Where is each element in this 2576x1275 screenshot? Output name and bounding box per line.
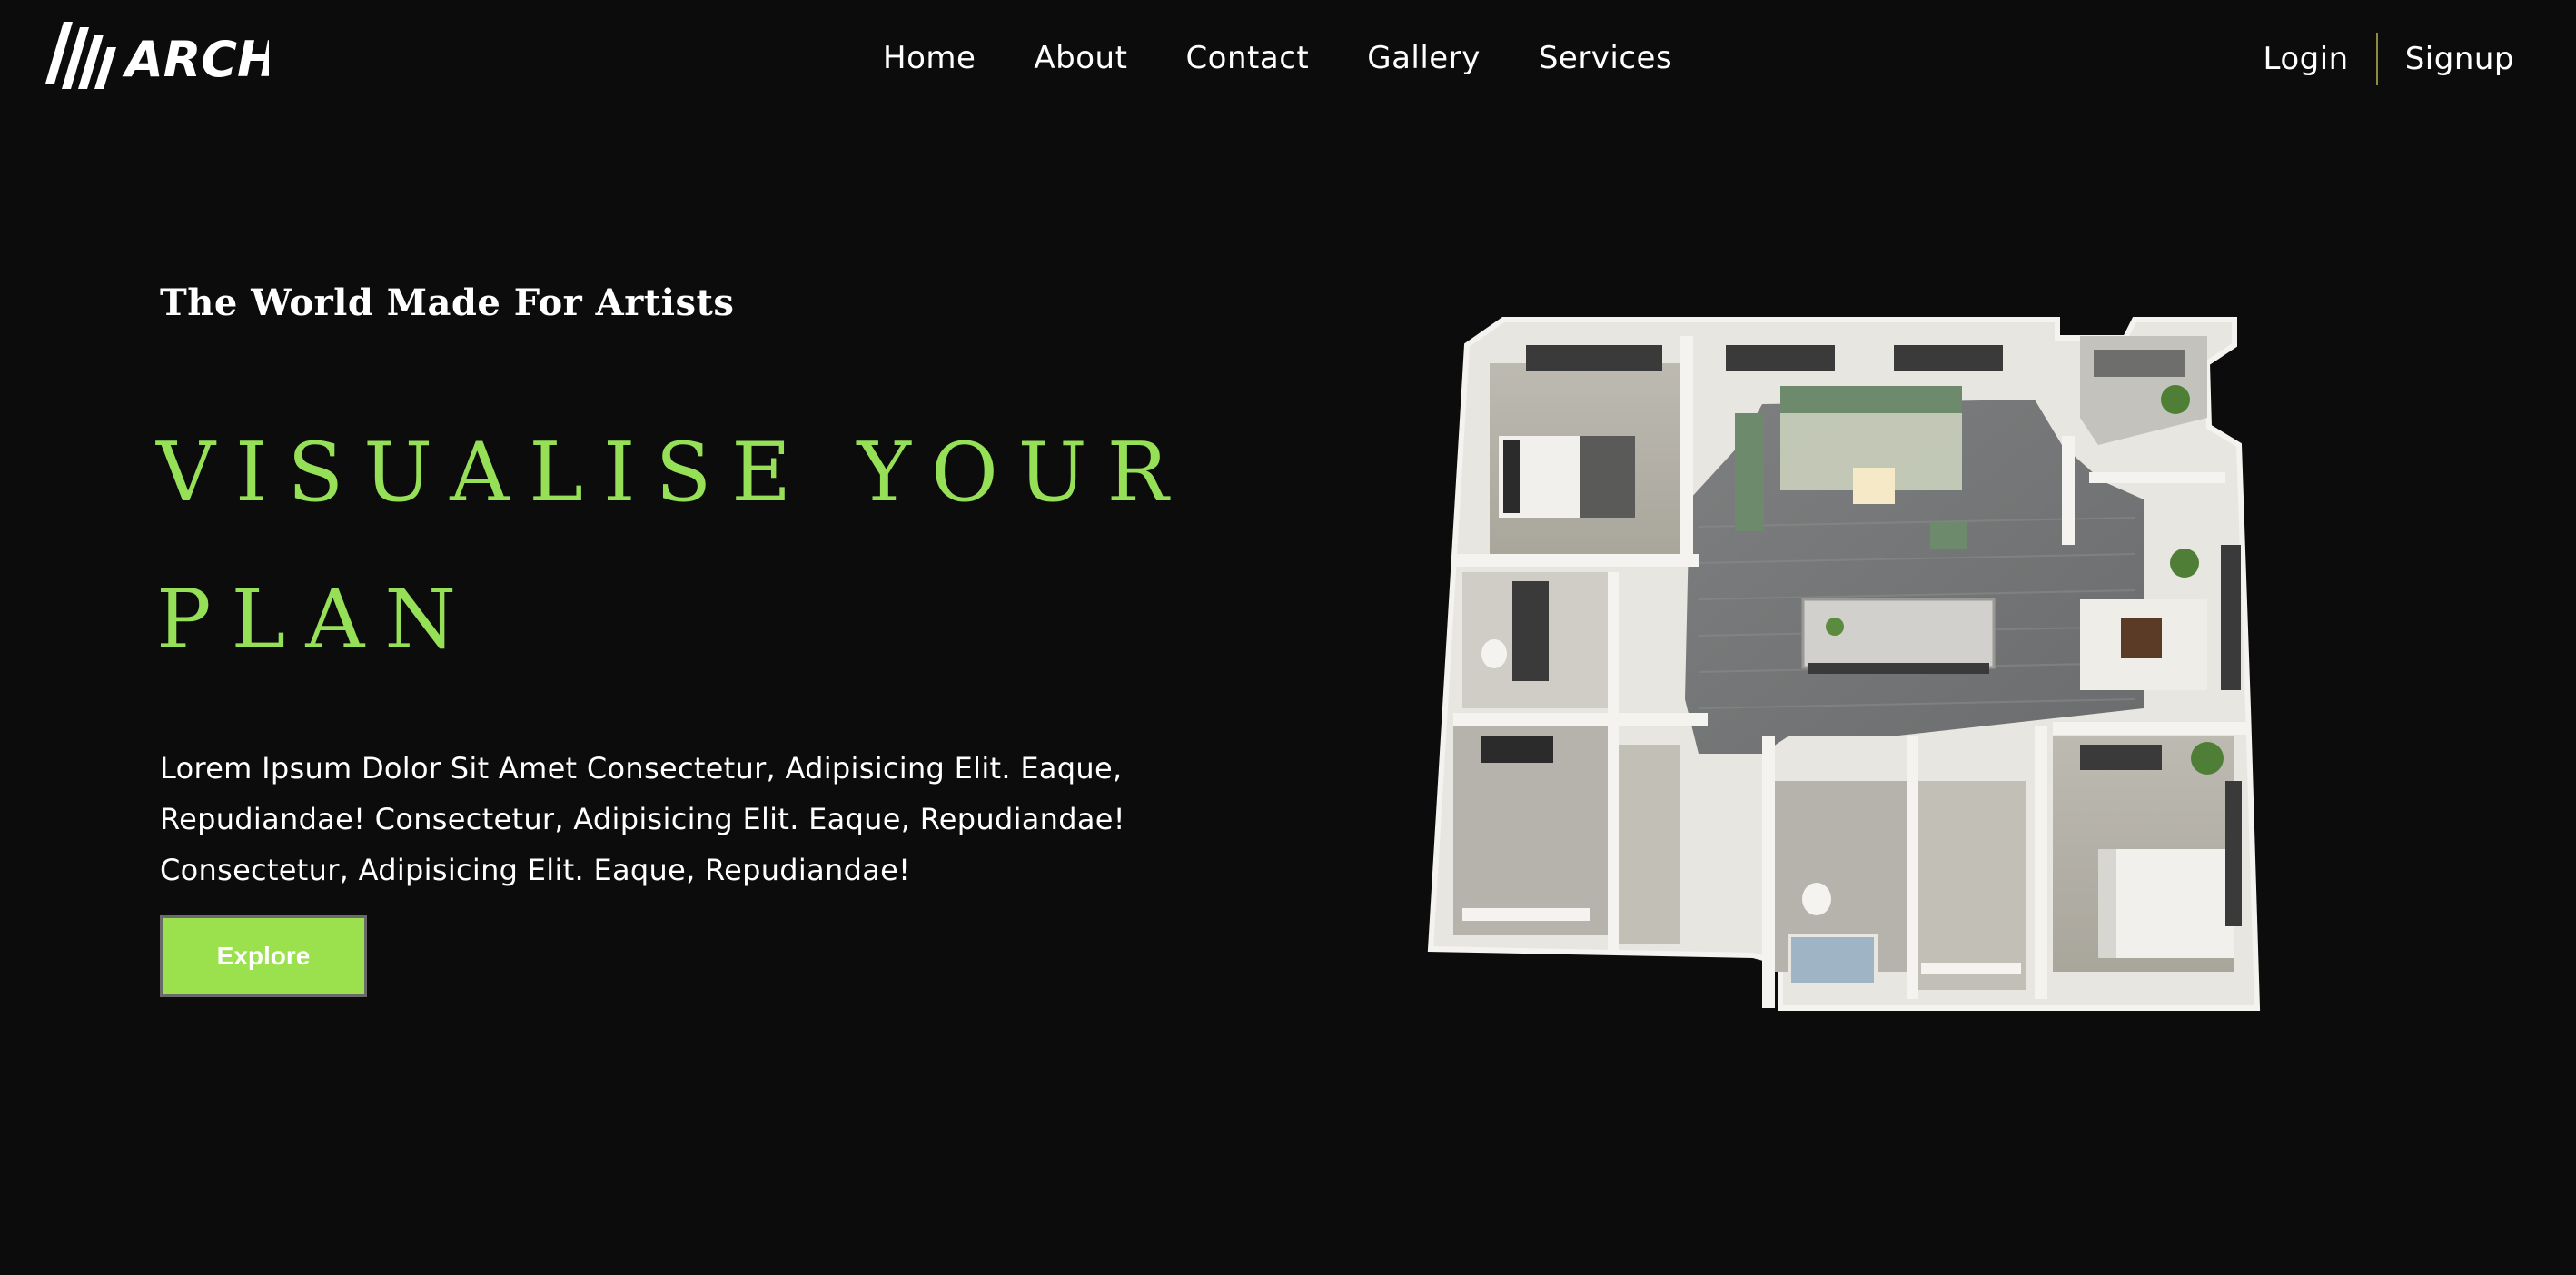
landing-page: ARCH Home About Contact Gallery Services… bbox=[0, 0, 2576, 1275]
nav-home[interactable]: Home bbox=[883, 33, 976, 84]
hero-headline: VISUALISE YOUR PLAN bbox=[156, 400, 1201, 694]
login-link[interactable]: Login bbox=[2263, 34, 2348, 84]
logo-text: ARCH bbox=[122, 31, 269, 88]
main-nav: Home About Contact Gallery Services bbox=[883, 33, 1672, 84]
headline-line-2: PLAN bbox=[156, 572, 477, 667]
auth-links: Login Signup bbox=[2263, 33, 2514, 85]
headline-line-1: VISUALISE YOUR bbox=[156, 425, 1189, 520]
nav-about[interactable]: About bbox=[1034, 33, 1127, 84]
brand-logo[interactable]: ARCH bbox=[42, 20, 269, 93]
signup-link[interactable]: Signup bbox=[2405, 34, 2514, 84]
nav-services[interactable]: Services bbox=[1539, 33, 1672, 84]
nav-gallery[interactable]: Gallery bbox=[1367, 33, 1481, 84]
floor-plan-image bbox=[1427, 317, 2261, 1011]
hero-description: Lorem Ipsum Dolor Sit Amet Consectetur, … bbox=[160, 751, 1125, 887]
auth-divider bbox=[2375, 33, 2378, 85]
nav-contact[interactable]: Contact bbox=[1185, 33, 1309, 84]
explore-button[interactable]: Explore bbox=[160, 915, 367, 997]
hero-tagline: The World Made For Artists bbox=[160, 282, 735, 324]
arch-logo-icon: ARCH bbox=[45, 22, 269, 89]
